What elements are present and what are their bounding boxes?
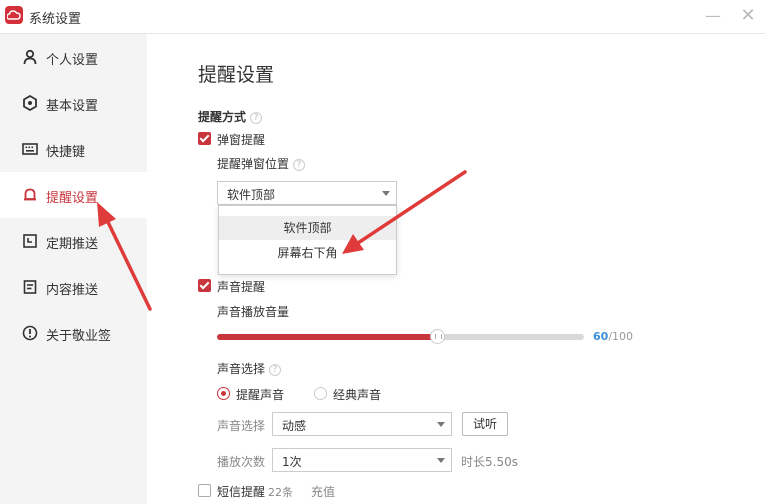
gear-icon	[23, 95, 37, 111]
title-bar: 系统设置 — ✕	[0, 0, 765, 34]
minimize-button[interactable]: —	[702, 5, 724, 27]
popup-reminder-checkbox[interactable]	[198, 132, 211, 145]
popup-position-label: 提醒弹窗位置	[217, 157, 290, 171]
help-icon[interactable]: ?	[250, 112, 263, 124]
sidebar-item-label: 提醒设置	[46, 191, 99, 206]
reminder-sound-label: 提醒声音	[236, 388, 285, 402]
sidebar-item-label: 快捷键	[46, 145, 86, 160]
volume-label: 声音播放音量	[217, 305, 290, 319]
help-icon[interactable]: ?	[293, 159, 306, 171]
sound-choice-title: 声音选择	[217, 362, 266, 376]
dropdown-option-bottom-right[interactable]: 屏幕右下角	[219, 241, 396, 265]
sidebar-item-content-push[interactable]: 内容推送	[0, 264, 147, 310]
bell-icon	[24, 188, 36, 201]
settings-panel: 提醒设置 提醒方式? 弹窗提醒 提醒弹窗位置? 软件顶部 声音提醒 声音播放音量…	[147, 34, 765, 504]
keyboard-icon	[22, 143, 38, 155]
reminder-sound-radio[interactable]	[217, 387, 230, 400]
sound-reminder-label: 声音提醒	[217, 280, 266, 294]
sidebar-item-label: 个人设置	[46, 53, 99, 68]
sound-select[interactable]: 动感	[272, 412, 452, 436]
volume-readout: 60/100	[593, 330, 633, 343]
sidebar-item-scheduled-push[interactable]: 定期推送	[0, 218, 147, 264]
sidebar-item-personal[interactable]: 个人设置	[0, 34, 147, 80]
classic-sound-radio[interactable]	[314, 387, 327, 400]
test-sound-button[interactable]: 试听	[462, 412, 508, 436]
sidebar-item-basic[interactable]: 基本设置	[0, 80, 147, 126]
close-button[interactable]: ✕	[737, 5, 759, 27]
sidebar-item-label: 关于敬业签	[46, 329, 112, 344]
popup-position-heading: 提醒弹窗位置?	[217, 155, 306, 172]
dropdown-option-app-top[interactable]: 软件顶部	[219, 216, 396, 240]
sidebar-item-about[interactable]: 关于敬业签	[0, 310, 147, 356]
sms-recharge-link[interactable]: 充值	[311, 483, 335, 500]
sound-select-label: 声音选择	[217, 419, 266, 433]
popup-position-value: 软件顶部	[227, 188, 276, 202]
sidebar-item-shortcuts[interactable]: 快捷键	[0, 126, 147, 172]
volume-slider-fill	[217, 334, 437, 340]
sms-reminder-checkbox[interactable]	[198, 484, 211, 497]
repeat-count-value: 1次	[282, 455, 302, 469]
popup-position-dropdown: 软件顶部 屏幕右下角	[218, 205, 397, 275]
reminder-method-heading: 提醒方式?	[198, 108, 263, 125]
sound-choice-heading: 声音选择?	[217, 360, 282, 377]
sound-duration: 时长5.50s	[461, 455, 518, 469]
window-title: 系统设置	[29, 12, 82, 27]
chevron-down-icon	[382, 191, 390, 196]
volume-slider[interactable]	[217, 329, 584, 344]
sound-reminder-checkbox[interactable]	[198, 279, 211, 292]
repeat-count-label: 播放次数	[217, 455, 266, 469]
app-logo-icon	[5, 6, 23, 24]
volume-slider-handle[interactable]	[430, 329, 445, 344]
chevron-down-icon	[437, 422, 445, 427]
reminder-method-title: 提醒方式	[198, 110, 247, 124]
sound-select-value: 动感	[282, 419, 307, 433]
sidebar-item-label: 定期推送	[46, 237, 99, 252]
popup-position-select[interactable]: 软件顶部	[217, 181, 397, 205]
sms-remaining-count: 22条	[268, 486, 293, 499]
chevron-down-icon	[437, 458, 445, 463]
classic-sound-label: 经典声音	[333, 388, 382, 402]
document-icon	[23, 280, 37, 294]
help-icon[interactable]: ?	[269, 364, 282, 376]
popup-reminder-label: 弹窗提醒	[217, 133, 266, 147]
sidebar-item-label: 内容推送	[46, 283, 99, 298]
calendar-icon	[23, 234, 37, 248]
sidebar-item-label: 基本设置	[46, 99, 99, 114]
sms-reminder-label: 短信提醒	[217, 485, 266, 499]
volume-max: /100	[608, 330, 634, 343]
sidebar: 个人设置 基本设置 快捷键 提醒设置 定期推送 内容推送 关于敬业签	[0, 34, 147, 504]
repeat-count-select[interactable]: 1次	[272, 448, 452, 472]
page-title: 提醒设置	[198, 64, 275, 86]
volume-value: 60	[593, 330, 609, 343]
sidebar-item-reminder[interactable]: 提醒设置	[0, 172, 147, 218]
info-icon	[22, 325, 38, 341]
user-icon	[23, 49, 37, 65]
